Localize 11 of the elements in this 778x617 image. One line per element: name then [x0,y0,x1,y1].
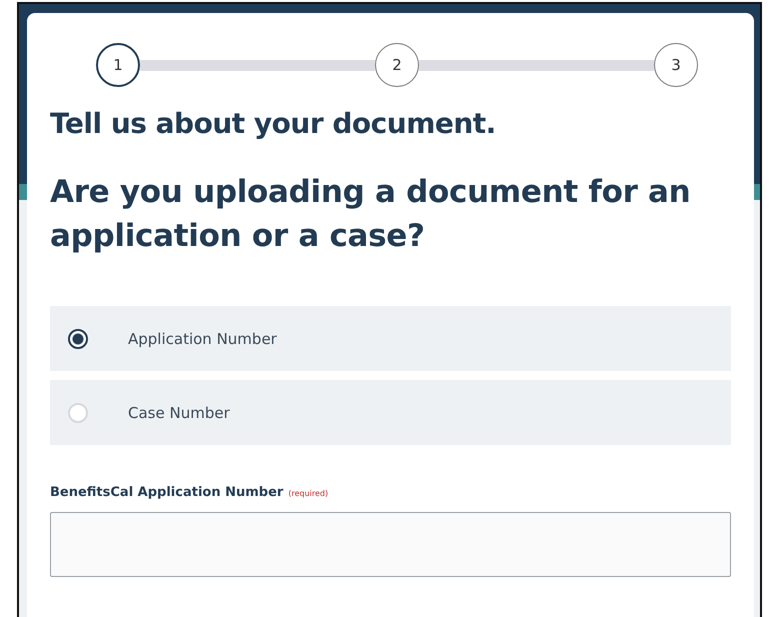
radio-option[interactable]: Case Number [50,380,731,445]
required-note: (required) [288,489,328,498]
input-field[interactable] [50,512,731,577]
radio-option[interactable]: Application Number [50,306,731,371]
field-label: BenefitsCal Application Number [50,485,284,500]
step-indicator: 2 [375,43,419,87]
step-indicator: 1 [96,43,140,87]
question-heading: Are you uploading a document for an application or a case? [50,173,692,256]
step-indicator: 3 [654,43,698,87]
page-title: Tell us about your document. [50,107,497,140]
radio-button[interactable] [68,328,88,348]
